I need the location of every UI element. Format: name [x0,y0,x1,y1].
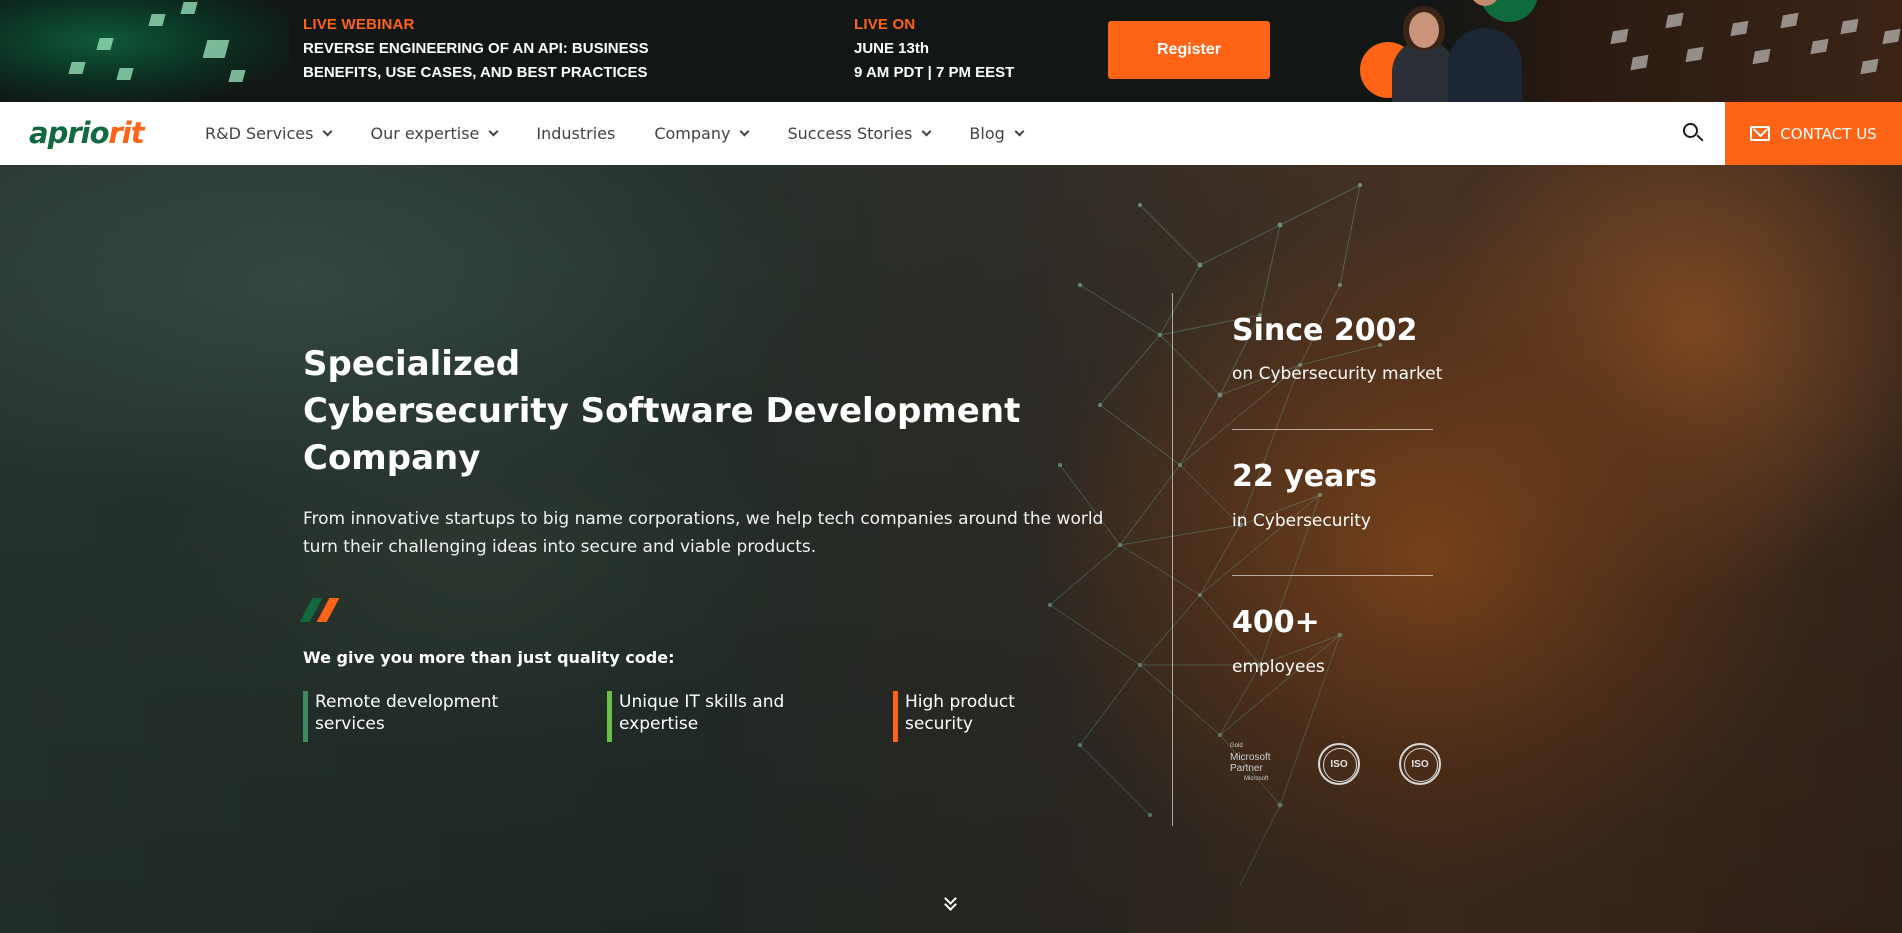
nav-item-rd-services[interactable]: R&D Services [205,124,333,143]
stat-value: 22 years [1232,459,1377,494]
nav-item-industries[interactable]: Industries [536,124,615,143]
contact-us-button[interactable]: CONTACT US [1725,102,1902,165]
nav-item-label: Blog [969,124,1005,143]
feature-remote-development: Remote development services [303,691,499,742]
iso-certification-badge: ISO [1318,743,1360,785]
webinar-title[interactable]: REVERSE ENGINEERING OF AN API: BUSINESS … [303,37,649,85]
hero-title: Specialized Cybersecurity Software Devel… [303,341,1043,482]
badge-text: Microsoft [1244,776,1269,782]
hero-description: From innovative startups to big name cor… [303,509,1104,557]
mail-icon [1750,126,1771,141]
webinar-title-line: BENEFITS, USE CASES, AND BEST PRACTICES [303,64,648,81]
hero-title-line: Cybersecurity Software Development [303,391,1021,431]
nav-item-success-stories[interactable]: Success Stories [787,124,932,143]
stat-caption: on Cybersecurity market [1232,364,1443,384]
double-chevron-down-icon[interactable] [943,892,959,914]
feature-it-skills: Unique IT skills and expertise [607,691,785,742]
chevron-down-icon [740,126,750,136]
nav-item-blog[interactable]: Blog [969,124,1025,143]
feature-text: expertise [619,714,699,734]
webinar-label: LIVE WEBINAR [303,16,415,33]
iso-certification-badge: ISO [1399,743,1441,785]
badge-text: Microsoft [1230,752,1271,763]
hero-title-line: Company [303,438,481,478]
chevron-down-icon [323,126,333,136]
feature-text: High product [905,692,1015,712]
feature-product-security: High product security [893,691,1015,742]
apriorit-logo[interactable]: apriorit [29,116,145,150]
main-navigation: apriorit R&D Services Our expertise Indu… [0,102,1902,165]
nav-item-label: R&D Services [205,124,314,143]
logo-text-part1: aprio [29,116,109,150]
nav-item-our-expertise[interactable]: Our expertise [370,124,499,143]
hero-title-line: Specialized [303,344,521,384]
webinar-time: 9 AM PDT | 7 PM EEST [854,64,1015,81]
nav-item-label: Company [654,124,731,143]
webinar-date: JUNE 13th [854,40,930,57]
chevron-down-icon [921,126,932,136]
logo-text-part2: rit [108,116,145,150]
webinar-title-line: REVERSE ENGINEERING OF AN API: BUSINESS [303,40,649,57]
hero-section: Specialized Cybersecurity Software Devel… [0,165,1902,933]
search-icon[interactable] [1682,122,1704,144]
banner-decoration-left [0,0,290,102]
feature-text: Unique IT skills and [619,692,785,712]
microsoft-partner-badge: Gold Microsoft Partner Microsoft [1230,741,1280,785]
stat-value: 400+ [1232,605,1320,640]
stat-caption: in Cybersecurity [1232,511,1371,531]
badge-text: Gold [1230,743,1243,749]
stat-caption: employees [1232,657,1325,677]
live-on-label: LIVE ON [854,16,916,33]
stat-value: Since 2002 [1232,313,1418,348]
chevron-down-icon [488,126,499,136]
stat-separator [1232,575,1433,576]
contact-us-label: CONTACT US [1780,124,1877,143]
hero-subheading: We give you more than just quality code: [303,648,675,667]
feature-text: services [315,714,385,734]
register-button[interactable]: Register [1108,21,1270,79]
webinar-schedule: JUNE 13th 9 AM PDT | 7 PM EEST [854,37,1014,85]
decorative-slashes-icon [299,598,342,622]
stat-separator [1232,429,1433,430]
nav-item-label: Our expertise [370,124,480,143]
chevron-down-icon [1014,126,1025,136]
speakers-photo [1388,0,1524,102]
nav-menu: R&D Services Our expertise Industries Co… [205,102,1062,165]
feature-text: Remote development [315,692,499,712]
stats-divider [1172,293,1173,826]
nav-item-company[interactable]: Company [654,124,750,143]
nav-item-label: Industries [536,124,616,143]
webinar-banner: LIVE WEBINAR REVERSE ENGINEERING OF AN A… [0,0,1902,102]
nav-item-label: Success Stories [787,124,913,143]
badge-text: Partner [1230,763,1263,774]
feature-text: security [905,714,973,734]
